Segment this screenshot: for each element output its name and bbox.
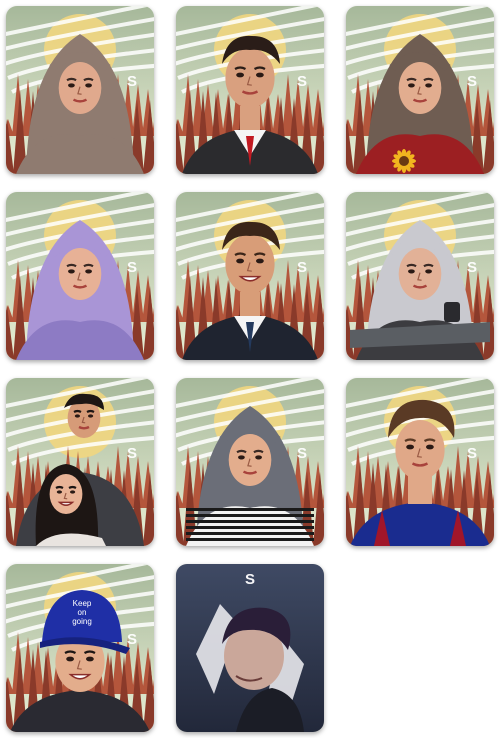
- watermark-logo: S: [467, 73, 477, 90]
- portrait-3-illustration: S: [346, 6, 494, 174]
- watermark-logo: S: [127, 631, 137, 648]
- watermark-logo: S: [245, 571, 255, 588]
- portrait-8-card[interactable]: S: [176, 378, 324, 546]
- watermark-logo: S: [297, 259, 307, 276]
- portrait-11-illustration: S: [176, 564, 324, 732]
- portrait-10-card[interactable]: Keep on going S: [6, 564, 154, 732]
- portrait-2-illustration: S: [176, 6, 324, 174]
- watermark-logo: S: [127, 445, 137, 462]
- portrait-5-card[interactable]: S: [176, 192, 324, 360]
- portrait-7-illustration: S: [6, 378, 154, 546]
- watermark-logo: S: [297, 73, 307, 90]
- portrait-8-illustration: S: [176, 378, 324, 546]
- portrait-2-card[interactable]: S: [176, 6, 324, 174]
- portrait-9-illustration: S: [346, 378, 494, 546]
- portrait-11-card[interactable]: S: [176, 564, 324, 732]
- portrait-1-illustration: S: [6, 6, 154, 174]
- cap-text-line: going: [72, 617, 92, 626]
- portrait-1-card[interactable]: S: [6, 6, 154, 174]
- watermark-logo: S: [127, 73, 137, 90]
- portrait-6-card[interactable]: S: [346, 192, 494, 360]
- portrait-4-illustration: S: [6, 192, 154, 360]
- watermark-logo: S: [127, 259, 137, 276]
- portrait-5-illustration: S: [176, 192, 324, 360]
- cap-text-line: Keep: [73, 599, 92, 608]
- watermark-logo: S: [467, 445, 477, 462]
- portrait-7-card[interactable]: S: [6, 378, 154, 546]
- portrait-6-illustration: S: [346, 192, 494, 360]
- watch-icon: [444, 302, 460, 322]
- portrait-4-card[interactable]: S: [6, 192, 154, 360]
- portrait-10-illustration: Keepongoing S: [6, 564, 154, 732]
- watermark-logo: S: [467, 259, 477, 276]
- portrait-9-card[interactable]: S: [346, 378, 494, 546]
- watermark-logo: S: [297, 445, 307, 462]
- cap-text-line: on: [78, 608, 87, 617]
- portrait-3-card[interactable]: S: [346, 6, 494, 174]
